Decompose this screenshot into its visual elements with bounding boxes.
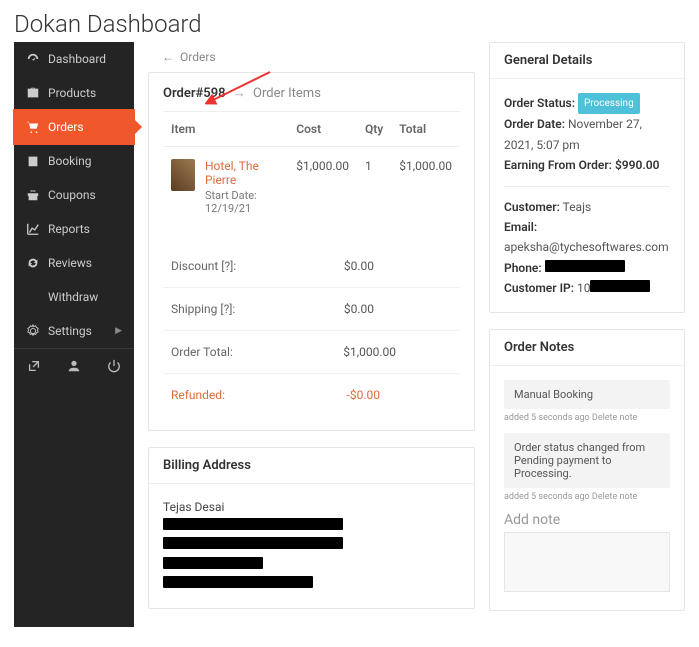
- billing-name: Tejas Desai: [163, 498, 460, 517]
- totals-order-total: Order Total: $1,000.00: [163, 330, 460, 373]
- sidebar-item-label: Settings: [48, 324, 92, 338]
- sidebar-item-label: Withdraw: [48, 290, 98, 304]
- col-cost: Cost: [288, 112, 357, 147]
- calendar-icon: [26, 154, 40, 168]
- cell-qty: 1: [357, 147, 391, 228]
- sidebar-item-coupons[interactable]: Coupons: [14, 178, 134, 212]
- product-thumbnail: [171, 159, 195, 191]
- totals-discount: Discount [?]: $0.00: [163, 245, 460, 287]
- delete-note-link[interactable]: Delete note: [592, 413, 637, 423]
- redacted-ip: [590, 280, 650, 292]
- delete-note-link[interactable]: Delete note: [592, 492, 637, 502]
- totals-shipping: Shipping [?]: $0.00: [163, 287, 460, 330]
- sidebar-item-label: Reviews: [48, 256, 92, 270]
- sidebar-item-label: Dashboard: [48, 52, 106, 66]
- gear-icon: [26, 324, 40, 338]
- redacted-line: [163, 518, 343, 530]
- chevron-right-icon: ▶: [115, 326, 122, 336]
- sidebar-item-orders[interactable]: Orders: [14, 110, 134, 144]
- vendor-sidebar: Dashboard Products Orders Booking Coupon…: [14, 42, 134, 627]
- order-items-panel: Order#598 → Order Items Item Cost Qty: [148, 72, 475, 431]
- sidebar-item-label: Reports: [48, 222, 90, 236]
- briefcase-icon: [26, 86, 40, 100]
- totals-refunded: Refunded: -$0.00: [163, 373, 460, 416]
- back-label: Orders: [180, 50, 216, 64]
- sidebar-item-label: Coupons: [48, 188, 96, 202]
- col-qty: Qty: [357, 112, 391, 147]
- order-notes-title: Order Notes: [490, 330, 684, 366]
- upload-icon: [26, 290, 40, 304]
- redacted-line: [163, 576, 313, 588]
- breadcrumb-section: Order Items: [253, 86, 321, 101]
- cell-cost: $1,000.00: [288, 147, 357, 228]
- order-items-table: Item Cost Qty Total: [163, 111, 460, 227]
- table-row: Hotel, The Pierre Start Date: 12/19/21 $…: [163, 147, 460, 228]
- cell-total: $1,000.00: [391, 147, 460, 228]
- breadcrumb: Order#598 → Order Items: [149, 73, 474, 105]
- back-to-orders[interactable]: ← Orders: [148, 42, 475, 72]
- chart-icon: [26, 222, 40, 236]
- order-notes-panel: Order Notes Manual Booking added 5 secon…: [489, 329, 685, 611]
- arrow-right-icon: →: [233, 86, 246, 101]
- general-details-title: General Details: [490, 43, 684, 79]
- sidebar-item-products[interactable]: Products: [14, 76, 134, 110]
- sidebar-item-reviews[interactable]: Reviews: [14, 246, 134, 280]
- order-note: Order status changed from Pending paymen…: [504, 433, 670, 488]
- product-subtitle: Start Date: 12/19/21: [205, 189, 280, 215]
- sidebar-item-booking[interactable]: Booking: [14, 144, 134, 178]
- page-title: Dokan Dashboard: [0, 0, 699, 42]
- sidebar-item-reports[interactable]: Reports: [14, 212, 134, 246]
- sidebar-item-withdraw[interactable]: Withdraw: [14, 280, 134, 314]
- cart-icon: [26, 120, 40, 134]
- redacted-phone: [545, 260, 625, 272]
- user-icon[interactable]: [54, 349, 94, 386]
- status-badge: Processing: [578, 93, 640, 114]
- customer-ip-prefix: 10: [577, 281, 591, 295]
- order-note: Manual Booking: [504, 380, 670, 409]
- order-number: Order#598: [163, 86, 226, 101]
- product-name[interactable]: Hotel, The Pierre: [205, 159, 280, 187]
- sidebar-item-dashboard[interactable]: Dashboard: [14, 42, 134, 76]
- customer-name: Teajs: [563, 200, 592, 214]
- add-note-label: Add note: [504, 512, 670, 528]
- sidebar-item-label: Orders: [48, 120, 84, 134]
- refresh-icon: [26, 256, 40, 270]
- gift-icon: [26, 188, 40, 202]
- add-note-input[interactable]: [504, 532, 670, 592]
- col-item: Item: [163, 112, 288, 147]
- sidebar-item-label: Booking: [48, 154, 92, 168]
- customer-email[interactable]: apeksha@tychesoftwares.com: [504, 240, 669, 254]
- arrow-left-icon: ←: [162, 50, 174, 64]
- dashboard-icon: [26, 52, 40, 66]
- sidebar-item-label: Products: [48, 86, 96, 100]
- redacted-line: [163, 537, 343, 549]
- external-link-icon[interactable]: [14, 349, 54, 386]
- sidebar-item-settings[interactable]: Settings ▶: [14, 314, 134, 348]
- general-details-panel: General Details Order Status: Processing…: [489, 42, 685, 313]
- billing-title: Billing Address: [149, 448, 474, 484]
- power-icon[interactable]: [94, 349, 134, 386]
- order-earning: $990.00: [615, 158, 660, 172]
- billing-address-panel: Billing Address Tejas Desai: [148, 447, 475, 609]
- col-total: Total: [391, 112, 460, 147]
